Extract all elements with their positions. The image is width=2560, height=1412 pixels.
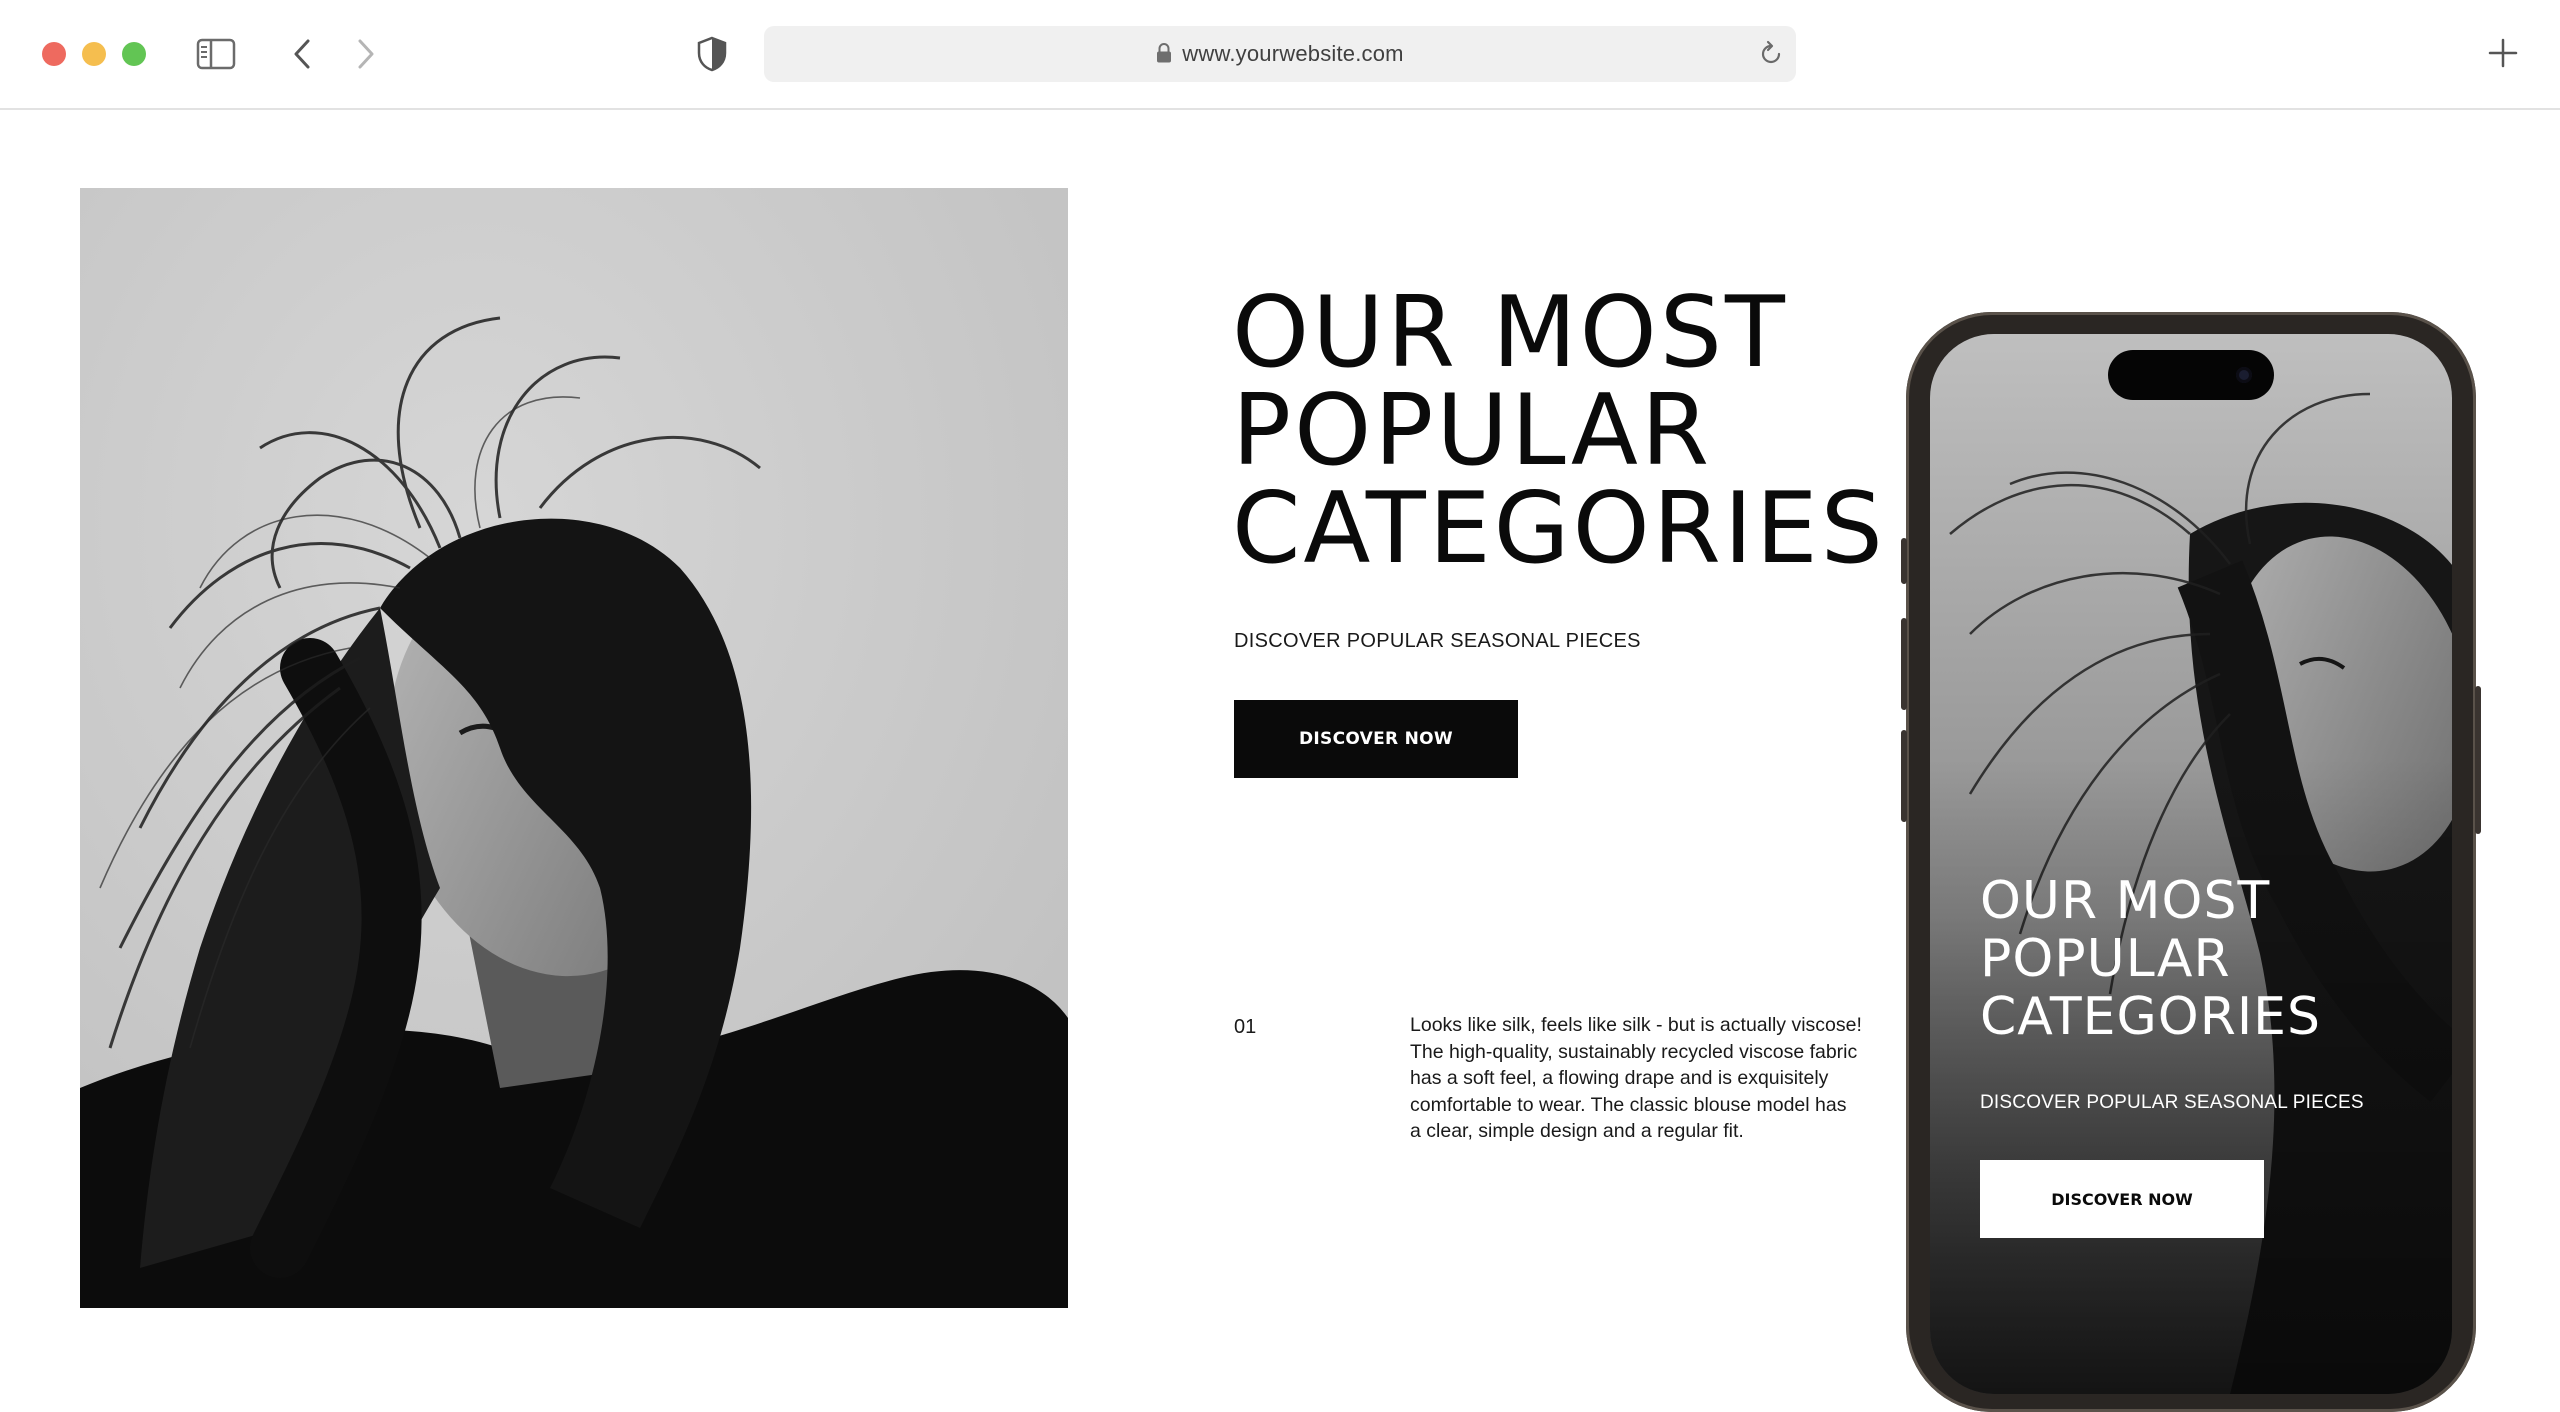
lock-icon	[1156, 42, 1172, 70]
back-icon[interactable]	[290, 38, 314, 75]
headline-line-2: POPULAR	[1232, 374, 1713, 488]
phone-volume-down-button	[1901, 730, 1907, 822]
feature-number: 01	[1234, 1016, 1257, 1038]
reload-icon[interactable]	[1758, 40, 1784, 73]
close-window-button[interactable]	[42, 42, 66, 66]
mobile-headline-line-3: CATEGORIES	[1980, 987, 2322, 1047]
discover-now-button[interactable]: DISCOVER NOW	[1234, 700, 1518, 778]
phone-action-button	[1901, 538, 1907, 584]
hero-subheading: DISCOVER POPULAR SEASONAL PIECES	[1234, 630, 1641, 652]
front-camera-icon	[2236, 367, 2252, 383]
dynamic-island	[2108, 350, 2274, 400]
hero-headline: OUR MOST POPULAR CATEGORIES	[1232, 284, 1886, 578]
mobile-hero-headline: OUR MOST POPULAR CATEGORIES	[1980, 872, 2321, 1046]
forward-icon[interactable]	[354, 38, 378, 75]
new-tab-icon[interactable]	[2488, 38, 2518, 73]
hero-image	[80, 188, 1068, 1308]
feature-description: Looks like silk, feels like silk - but i…	[1410, 1014, 1862, 1142]
browser-toolbar: www.yourwebsite.com	[0, 0, 2560, 110]
mobile-headline-line-2: POPULAR	[1980, 929, 2231, 989]
mobile-hero-subheading: DISCOVER POPULAR SEASONAL PIECES	[1980, 1092, 2364, 1113]
phone-volume-up-button	[1901, 618, 1907, 710]
url-text: www.yourwebsite.com	[1182, 41, 1404, 66]
mobile-headline-line-1: OUR MOST	[1980, 871, 2271, 931]
headline-line-1: OUR MOST	[1232, 276, 1788, 390]
headline-line-3: CATEGORIES	[1232, 472, 1886, 586]
minimize-window-button[interactable]	[82, 42, 106, 66]
zoom-window-button[interactable]	[122, 42, 146, 66]
phone-screen: OUR MOST POPULAR CATEGORIES DISCOVER POP…	[1930, 334, 2452, 1394]
address-bar[interactable]: www.yourwebsite.com	[764, 26, 1796, 82]
mobile-discover-now-button[interactable]: DISCOVER NOW	[1980, 1160, 2264, 1238]
phone-power-button	[2475, 686, 2481, 834]
shield-icon[interactable]	[696, 36, 728, 77]
sidebar-icon[interactable]	[196, 38, 236, 75]
phone-mockup: OUR MOST POPULAR CATEGORIES DISCOVER POP…	[1901, 312, 2481, 1412]
